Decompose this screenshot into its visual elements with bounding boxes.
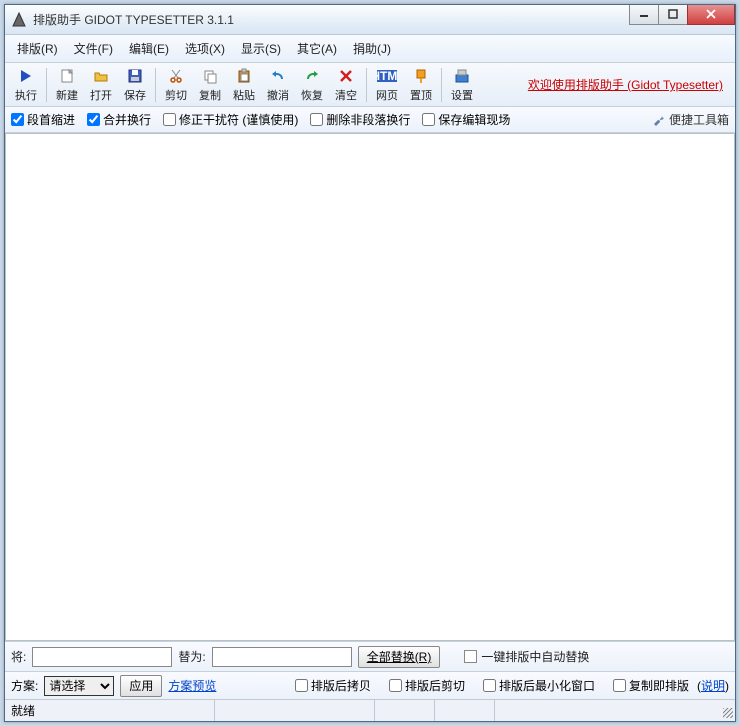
settings-button[interactable]: 设置 xyxy=(445,65,479,105)
new-button[interactable]: 新建 xyxy=(50,65,84,105)
replace-all-button[interactable]: 全部替换(R) xyxy=(358,646,441,668)
window-controls xyxy=(630,5,735,25)
scheme-preview-link[interactable]: 方案预览 xyxy=(168,677,216,694)
scheme-bar: 方案: 请选择 应用 方案预览 排版后拷贝 排版后剪切 排版后最小化窗口 复制即… xyxy=(5,671,735,699)
status-cell-2 xyxy=(215,700,375,721)
close-button[interactable] xyxy=(687,5,735,25)
save-scene-checkbox[interactable]: 保存编辑现场 xyxy=(422,111,510,128)
scissors-icon xyxy=(166,66,186,86)
menu-options[interactable]: 选项(X) xyxy=(177,37,233,60)
separator xyxy=(155,68,156,102)
svg-text:HTML: HTML xyxy=(377,69,397,83)
replace-to-label: 替为: xyxy=(178,648,205,665)
cut-after-checkbox[interactable]: 排版后剪切 xyxy=(389,677,465,694)
app-icon xyxy=(11,12,27,28)
cut-button[interactable]: 剪切 xyxy=(159,65,193,105)
redo-icon xyxy=(302,66,322,86)
copy-then-typeset-checkbox[interactable]: 复制即排版 xyxy=(613,677,689,694)
titlebar[interactable]: 排版助手 GIDOT TYPESETTER 3.1.1 xyxy=(5,5,735,35)
top-button[interactable]: 置顶 xyxy=(404,65,438,105)
settings-icon xyxy=(452,66,472,86)
auto-replace-checkbox[interactable]: 一键排版中自动替换 xyxy=(464,648,589,665)
separator xyxy=(46,68,47,102)
welcome-link[interactable]: 欢迎使用排版助手 (Gidot Typesetter) xyxy=(528,76,723,93)
resize-grip[interactable] xyxy=(717,702,735,720)
menu-typeset[interactable]: 排版(R) xyxy=(9,37,66,60)
replace-to-input[interactable] xyxy=(212,647,352,667)
clear-icon xyxy=(336,66,356,86)
paste-icon xyxy=(234,66,254,86)
save-button[interactable]: 保存 xyxy=(118,65,152,105)
folder-open-icon xyxy=(91,66,111,86)
menubar: 排版(R) 文件(F) 编辑(E) 选项(X) 显示(S) 其它(A) 捐助(J… xyxy=(5,35,735,63)
menu-display[interactable]: 显示(S) xyxy=(233,37,289,60)
menu-donate[interactable]: 捐助(J) xyxy=(345,37,399,60)
explain-link[interactable]: 说明 xyxy=(701,679,725,693)
open-button[interactable]: 打开 xyxy=(84,65,118,105)
paste-button[interactable]: 粘贴 xyxy=(227,65,261,105)
separator xyxy=(366,68,367,102)
undo-icon xyxy=(268,66,288,86)
menu-file[interactable]: 文件(F) xyxy=(66,37,121,60)
replace-bar: 将: 替为: 全部替换(R) 一键排版中自动替换 xyxy=(5,641,735,671)
merge-newline-checkbox[interactable]: 合并换行 xyxy=(87,111,151,128)
separator xyxy=(441,68,442,102)
menu-other[interactable]: 其它(A) xyxy=(289,37,345,60)
scheme-select[interactable]: 请选择 xyxy=(44,676,114,696)
status-cell-3 xyxy=(375,700,435,721)
scheme-label: 方案: xyxy=(11,677,38,694)
text-editor[interactable] xyxy=(5,133,735,641)
menu-edit[interactable]: 编辑(E) xyxy=(121,37,177,60)
copy-icon xyxy=(200,66,220,86)
status-text: 就绪 xyxy=(5,700,215,721)
toolbar: 执行 新建 打开 保存 剪切 复制 粘贴 撤消 xyxy=(5,63,735,107)
replace-from-label: 将: xyxy=(11,648,26,665)
options-bar: 段首缩进 合并换行 修正干扰符 (谨慎使用) 删除非段落换行 保存编辑现场 便捷… xyxy=(5,107,735,133)
maximize-button[interactable] xyxy=(658,5,688,25)
replace-from-input[interactable] xyxy=(32,647,172,667)
html-icon: HTML xyxy=(377,66,397,86)
minimize-after-checkbox[interactable]: 排版后最小化窗口 xyxy=(483,677,595,694)
execute-button[interactable]: 执行 xyxy=(9,65,43,105)
play-icon xyxy=(16,66,36,86)
statusbar: 就绪 xyxy=(5,699,735,721)
save-icon xyxy=(125,66,145,86)
redo-button[interactable]: 恢复 xyxy=(295,65,329,105)
copy-button[interactable]: 复制 xyxy=(193,65,227,105)
wrench-icon xyxy=(652,113,666,127)
minimize-button[interactable] xyxy=(629,5,659,25)
remove-nonpara-checkbox[interactable]: 删除非段落换行 xyxy=(310,111,410,128)
fix-disturbance-checkbox[interactable]: 修正干扰符 (谨慎使用) xyxy=(163,111,298,128)
toolbox-link[interactable]: 便捷工具箱 xyxy=(652,111,729,128)
pin-icon xyxy=(411,66,431,86)
app-window: 排版助手 GIDOT TYPESETTER 3.1.1 排版(R) 文件(F) … xyxy=(4,4,736,722)
status-cell-4 xyxy=(435,700,495,721)
apply-button[interactable]: 应用 xyxy=(120,675,162,697)
html-button[interactable]: HTML 网页 xyxy=(370,65,404,105)
new-file-icon xyxy=(57,66,77,86)
undo-button[interactable]: 撤消 xyxy=(261,65,295,105)
copy-after-checkbox[interactable]: 排版后拷贝 xyxy=(295,677,371,694)
indent-checkbox[interactable]: 段首缩进 xyxy=(11,111,75,128)
clear-button[interactable]: 清空 xyxy=(329,65,363,105)
status-cell-5 xyxy=(495,700,717,721)
window-title: 排版助手 GIDOT TYPESETTER 3.1.1 xyxy=(33,11,630,28)
